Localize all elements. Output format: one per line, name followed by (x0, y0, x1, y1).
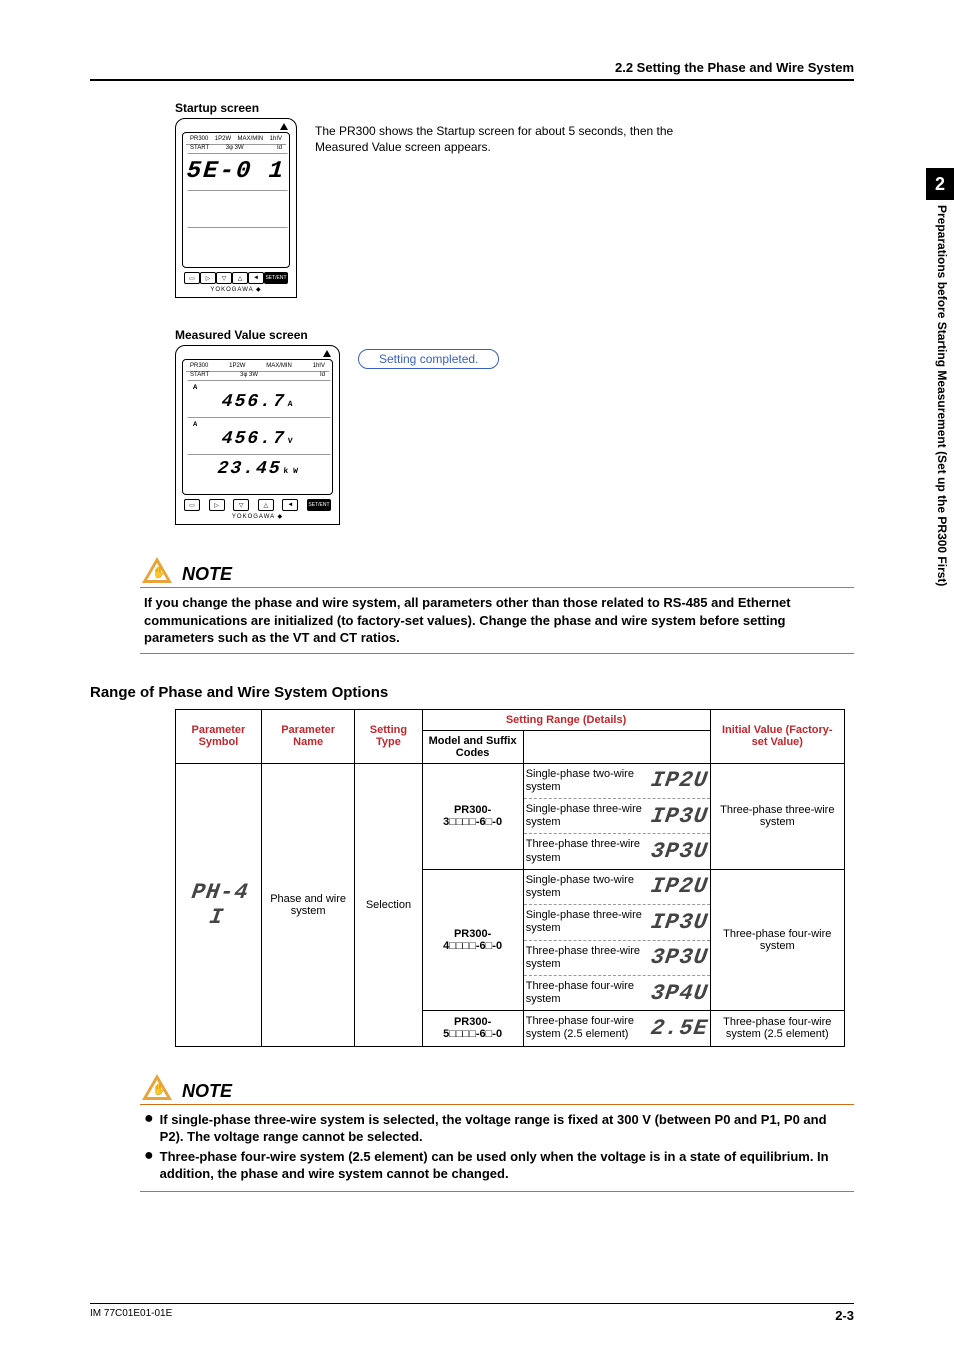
device-measured: PR300 1P2W MAX/MIN 1hIV START 3φ 3W Id A… (175, 345, 340, 525)
device-button: ▭ (184, 272, 200, 284)
th-initial-value: Initial Value (Factory-set Value) (710, 709, 844, 763)
setting-completed-badge: Setting completed. (358, 349, 499, 369)
lcd-line: A 456.7A (184, 380, 330, 417)
footer-doc-id: IM 77C01E01-01E (90, 1308, 172, 1323)
device-button: ◄ (248, 272, 264, 284)
device-button: SET/ENT (264, 272, 288, 284)
td-range-group: Three-phase four-wire system (2.5 elemen… (523, 1011, 710, 1046)
note-title: NOTE (182, 564, 232, 585)
device-button: △ (232, 272, 248, 284)
section-header: 2.2 Setting the Phase and Wire System (90, 60, 854, 81)
warning-hand-icon: ✋ (140, 555, 174, 585)
td-name: Phase and wire system (261, 763, 355, 1046)
note-block: ✋ NOTE If you change the phase and wire … (140, 555, 854, 654)
td-symbol: PH-4 I (176, 763, 262, 1046)
options-subheading: Range of Phase and Wire System Options (90, 684, 854, 701)
warning-icon (280, 123, 288, 130)
td-initial: Three-phase four-wire system (2.5 elemen… (710, 1011, 844, 1046)
bullet-icon: ● (144, 1111, 154, 1146)
measured-screen-label: Measured Value screen (175, 328, 675, 342)
startup-desc: The PR300 shows the Startup screen for a… (315, 118, 675, 155)
td-type: Selection (355, 763, 422, 1046)
note-title: NOTE (182, 1081, 232, 1102)
chapter-tab: 2 (926, 168, 954, 200)
side-caption: Preparations before Starting Measurement… (935, 205, 949, 586)
td-model: PR300-4□□□□-6□-0 (422, 869, 523, 1011)
bullet-icon: ● (144, 1148, 154, 1183)
td-model: PR300-3□□□□-6□-0 (422, 763, 523, 869)
td-initial: Three-phase three-wire system (710, 763, 844, 869)
warning-icon (323, 350, 331, 357)
device-brand: YOKOGAWA ◆ (182, 286, 290, 293)
td-range-group: Single-phase two-wire systemIP2U Single-… (523, 869, 710, 1011)
device-model: PR300 (190, 136, 208, 142)
note-body: If you change the phase and wire system,… (140, 588, 854, 653)
device-button: ▷ (200, 272, 216, 284)
device-startup: PR300 1P2W MAX/MIN 1hIV START 3φ 3W Id 5… (175, 118, 297, 298)
td-model: PR300-5□□□□-6□-0 (422, 1011, 523, 1046)
th-setting-range: Setting Range (Details) (422, 709, 710, 730)
lcd-line: 23.45k W (184, 454, 330, 491)
warning-hand-icon: ✋ (140, 1072, 174, 1102)
note-body: ●If single-phase three-wire system is se… (140, 1105, 854, 1191)
options-table: Parameter Symbol Parameter Name Setting … (175, 709, 845, 1047)
note-block: ✋ NOTE ●If single-phase three-wire syste… (140, 1072, 854, 1192)
th-parameter-name: Parameter Name (261, 709, 355, 763)
lcd-line: A 456.7V (184, 417, 330, 454)
device-button: ▽ (216, 272, 232, 284)
th-model: Model and Suffix Codes (422, 730, 523, 763)
page-footer: IM 77C01E01-01E 2-3 (90, 1303, 854, 1323)
startup-screen-label: Startup screen (175, 101, 675, 115)
lcd-line: 5E-0 1 (184, 153, 287, 190)
footer-page-num: 2-3 (835, 1308, 854, 1323)
th-setting-type: Setting Type (355, 709, 422, 763)
td-range-group: Single-phase two-wire systemIP2U Single-… (523, 763, 710, 869)
th-parameter-symbol: Parameter Symbol (176, 709, 262, 763)
td-initial: Three-phase four-wire system (710, 869, 844, 1011)
